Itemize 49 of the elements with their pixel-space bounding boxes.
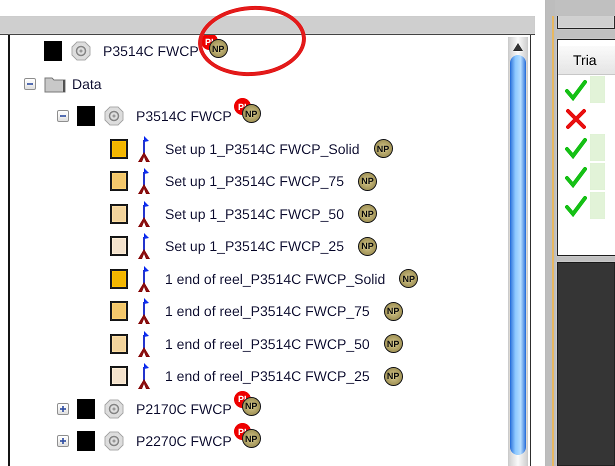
np-badge: NP [399,269,418,288]
plus-icon [59,437,67,446]
arrow-icon [137,200,151,227]
np-badge: NP [358,172,377,191]
arrow-icon [137,168,151,194]
tree-item-label[interactable]: Set up 1_P3514C FWCP_50 [165,206,344,222]
tree-item-label[interactable]: Set up 1_P3514C FWCP_Solid [165,140,360,157]
tree-item-label[interactable]: Set up 1_P3514C FWCP_75 [165,173,344,190]
np-badge: NP [384,334,403,354]
folder-icon [44,74,66,93]
np-badge: NP [358,236,377,256]
target-icon [104,106,124,126]
arrow-icon [137,363,151,390]
scroll-up-icon[interactable] [513,43,523,51]
arrow-icon [137,298,151,324]
result-cell [590,163,605,190]
tree-item-label[interactable]: 1 end of reel_P3514C FWCP_Solid [165,270,386,287]
tree-item-label[interactable]: 1 end of reel_P3514C FWCP_75 [165,303,370,320]
expand-toggle[interactable] [57,402,69,415]
top-panel [557,16,615,29]
target-icon [71,41,91,62]
arrow-icon [137,136,151,162]
tree-item-label[interactable]: P2270C FWCP [136,433,232,450]
tree-item-label[interactable]: P2170C FWCP [136,400,232,417]
tree-item-label[interactable]: P3514C FWCP [103,43,199,60]
tree-item-label[interactable]: 1 end of reel_P3514C FWCP_50 [165,336,370,352]
collapse-toggle[interactable] [57,110,69,122]
np-badge: NP [374,139,393,158]
collapse-toggle[interactable] [24,78,36,90]
tree-item-label[interactable]: Set up 1_P3514C FWCP_25 [165,238,344,254]
result-cell [590,192,605,219]
expand-toggle[interactable] [57,435,69,448]
target-icon [104,398,124,419]
result-cell [590,134,605,161]
column-header[interactable]: Tria [558,46,615,75]
result-cell [590,76,605,103]
scrollbar[interactable] [508,37,528,466]
tree-item-label[interactable]: P3514C FWCP [136,108,232,124]
tree-item-label[interactable]: Data [72,76,102,92]
arrow-icon [137,233,151,260]
plus-icon [59,404,67,413]
np-badge: NP [358,204,377,224]
arrow-icon [137,266,151,292]
arrow-icon [137,330,151,357]
tree-item-label[interactable]: 1 end of reel_P3514C FWCP_25 [165,368,370,384]
scroll-thumb[interactable] [510,55,526,455]
np-badge: NP [384,302,403,321]
target-icon [104,431,124,452]
np-badge: NP [384,366,403,386]
